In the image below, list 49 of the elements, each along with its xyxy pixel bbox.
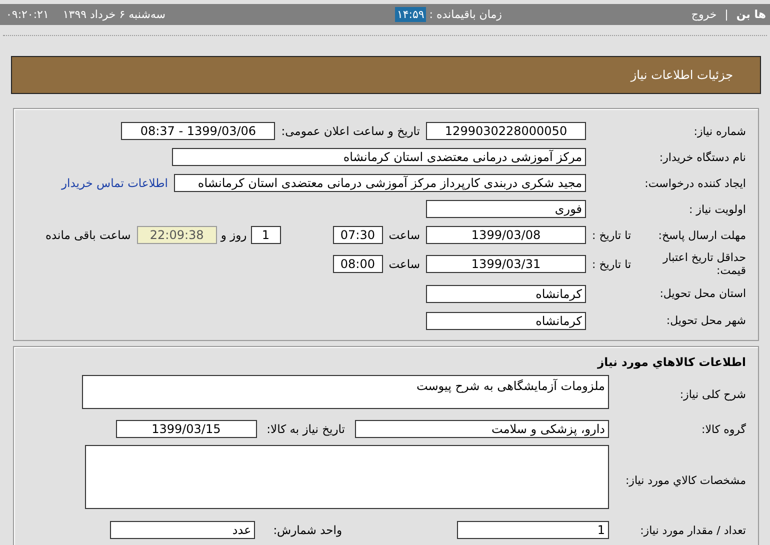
- field-label: شهر محل تحویل:: [666, 314, 746, 327]
- read-only-field: مرکز آموزشی درمانی معتضدی استان کرمانشاه: [172, 148, 586, 166]
- field-label: شماره نیاز:: [694, 124, 746, 138]
- remaining-time: ۱۴:۵۹: [394, 7, 426, 22]
- field-label: ساعت: [388, 257, 420, 271]
- read-only-field: مجید شکری دربندی کارپرداز مرکز آموزشی درمانی معتضدی استان کرمانشاه: [174, 174, 586, 192]
- separator: |: [724, 8, 728, 21]
- field-label: حداقل تاریخ اعتبار قیمت:: [662, 251, 746, 277]
- read-only-field: 08:00: [332, 255, 383, 273]
- contact-link[interactable]: اطلاعات تماس خریدار: [61, 176, 168, 190]
- field-label: استان محل تحویل:: [660, 287, 746, 300]
- field-label: نام دستگاه خریدار:: [659, 150, 746, 164]
- read-only-field: 1399/03/15: [116, 420, 257, 438]
- read-only-field: کرمانشاه: [426, 284, 586, 302]
- read-only-field: عدد: [110, 521, 256, 539]
- field-label: تعداد / مقدار مورد نیاز:: [640, 524, 746, 536]
- field-label: تا تاریخ :: [592, 258, 631, 270]
- read-only-field: فوری: [426, 200, 586, 218]
- field-label: واحد شمارش:: [273, 523, 342, 537]
- section-title: اطلاعات كالاهاي مورد نياز: [598, 355, 746, 369]
- read-only-field: 1399/03/06 - 08:37: [121, 122, 276, 140]
- read-only-field: 1: [457, 521, 609, 539]
- field-label: مشخصات كالاي مورد نياز:: [625, 474, 746, 486]
- field-label: ساعت: [388, 228, 420, 242]
- field-label: ایجاد کننده درخواست:: [644, 176, 746, 190]
- read-only-textarea: ملزومات آزمایشگاهی به شرح پیوست: [82, 375, 609, 409]
- read-only-field: دارو، پزشکی و سلامت: [355, 420, 609, 438]
- read-only-field: 1399/03/08: [426, 226, 586, 244]
- read-only-field: کرمانشاه: [426, 312, 586, 330]
- read-only-field: 1299030228000050: [426, 122, 586, 140]
- read-only-field: 1: [250, 226, 281, 244]
- field-label: روز و: [220, 228, 247, 242]
- current-time: ۰۹:۲۰:۲۱: [6, 8, 49, 21]
- field-label: تا تاریخ :: [592, 228, 631, 242]
- field-label: اولویت نیاز :: [688, 202, 746, 216]
- remaining-time-label: زمان باقیمانده :: [429, 8, 502, 21]
- user-name: ها بن: [736, 8, 766, 21]
- field-label: تاریخ نیاز به کالا:: [266, 422, 345, 436]
- field-label: تاریخ و ساعت اعلان عمومی:: [281, 124, 420, 138]
- page-header: جزئیات اطلاعات نیاز: [11, 56, 761, 94]
- current-date: سه‌شنبه ۶ خرداد ۱۳۹۹: [62, 8, 166, 21]
- field-label: شرح کلی نیاز:: [680, 388, 746, 400]
- countdown-field: 22:09:38: [136, 226, 217, 244]
- field-label: مهلت ارسال پاسخ:: [658, 228, 746, 242]
- read-only-field: 07:30: [332, 226, 383, 244]
- field-label: گروه کالا:: [702, 422, 746, 436]
- field-label: ساعت باقی مانده: [46, 228, 131, 242]
- logout-link[interactable]: خروج: [691, 8, 717, 21]
- read-only-field: 1399/03/31: [426, 255, 586, 273]
